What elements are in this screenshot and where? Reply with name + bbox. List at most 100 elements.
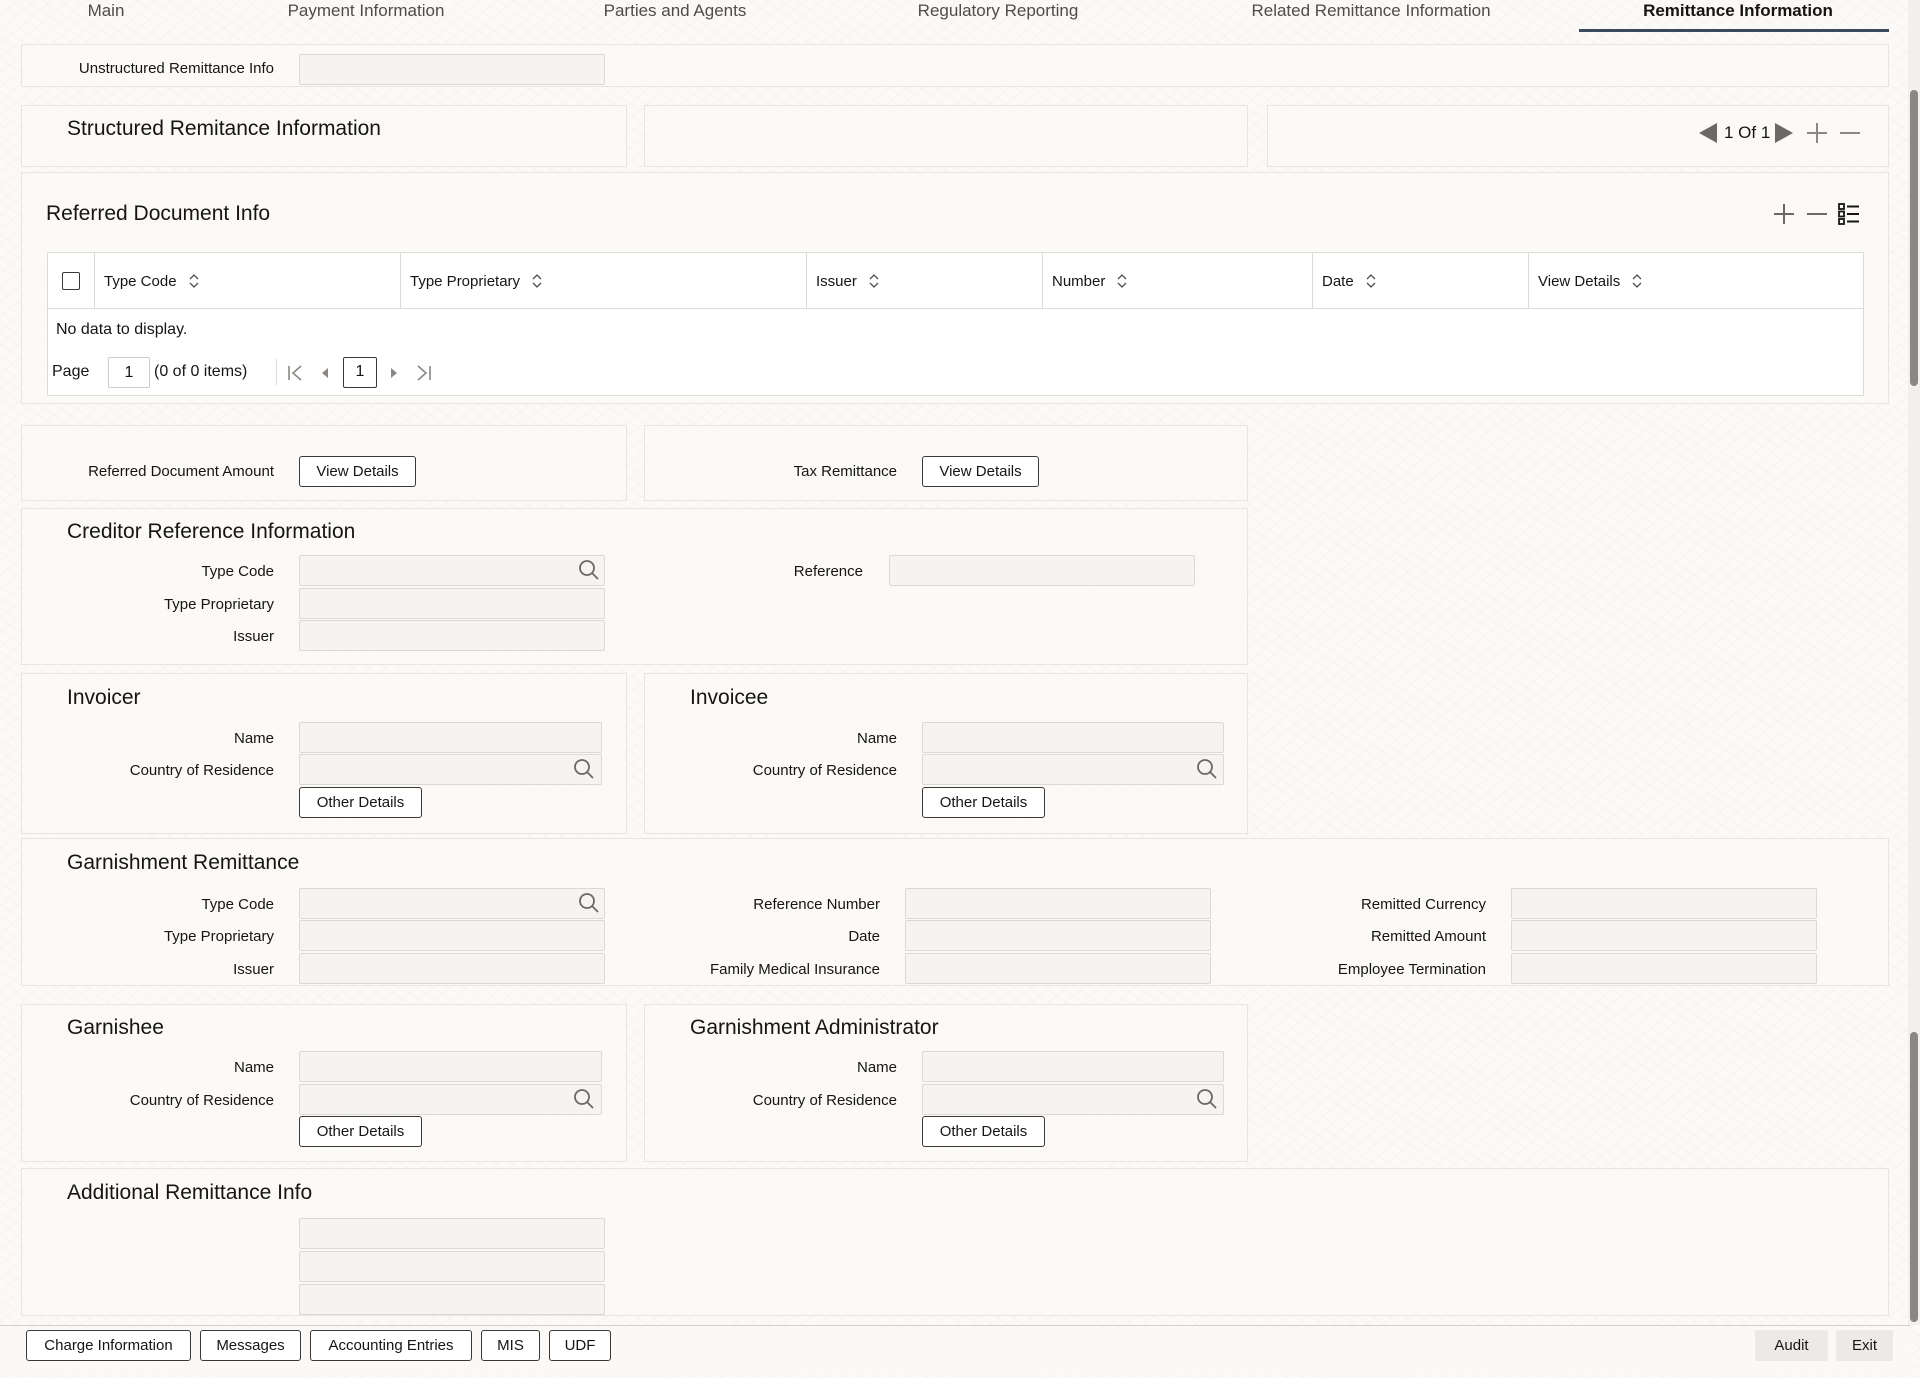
first-page-icon[interactable] xyxy=(286,364,304,382)
select-all-checkbox[interactable] xyxy=(62,272,80,290)
next-page-icon[interactable] xyxy=(387,364,401,382)
accounting-entries-button[interactable]: Accounting Entries xyxy=(310,1330,472,1361)
additional-remittance-title: Additional Remittance Info xyxy=(67,1181,313,1204)
tax-remittance-view-details-button[interactable]: View Details xyxy=(922,456,1039,487)
garnishee-country-input[interactable] xyxy=(299,1084,602,1115)
remove-icon[interactable] xyxy=(1838,121,1862,145)
invoicee-name-label: Name xyxy=(856,730,897,747)
invoicee-other-details-button[interactable]: Other Details xyxy=(922,787,1045,818)
previous-page-icon[interactable] xyxy=(318,364,332,382)
udf-button[interactable]: UDF xyxy=(549,1330,611,1361)
previous-arrow-icon[interactable] xyxy=(1697,121,1719,145)
sort-icon[interactable] xyxy=(1366,274,1376,288)
sort-icon[interactable] xyxy=(532,274,542,288)
garnishment-date-input[interactable] xyxy=(905,920,1211,951)
column-type-code[interactable]: Type Code xyxy=(95,253,401,309)
unstructured-input[interactable] xyxy=(299,54,605,85)
page-label: Page xyxy=(52,363,90,380)
current-page-button[interactable]: 1 xyxy=(343,357,377,388)
add-icon[interactable] xyxy=(1805,121,1829,145)
garnishee-title: Garnishee xyxy=(67,1016,164,1039)
creditor-type-proprietary-label: Type Proprietary xyxy=(163,596,274,613)
garnishment-issuer-label: Issuer xyxy=(233,961,274,978)
page-number-input[interactable]: 1 xyxy=(108,357,150,388)
employee-termination-input[interactable] xyxy=(1511,953,1817,984)
messages-button[interactable]: Messages xyxy=(200,1330,301,1361)
column-issuer[interactable]: Issuer xyxy=(807,253,1043,309)
column-date[interactable]: Date xyxy=(1313,253,1529,309)
tab-parties-and-agents[interactable]: Parties and Agents xyxy=(520,0,830,33)
invoicer-title: Invoicer xyxy=(67,686,141,709)
sort-icon[interactable] xyxy=(189,274,199,288)
referred-document-title: Referred Document Info xyxy=(46,202,271,225)
garnishee-name-input[interactable] xyxy=(299,1051,602,1082)
last-page-icon[interactable] xyxy=(415,364,433,382)
garnishment-date-label: Date xyxy=(848,928,880,945)
empty-table-message: No data to display. xyxy=(56,321,188,338)
administrator-name-label: Name xyxy=(856,1059,897,1076)
search-icon[interactable] xyxy=(573,1088,595,1110)
search-icon[interactable] xyxy=(578,892,600,914)
administrator-country-input[interactable] xyxy=(922,1084,1224,1115)
mis-button[interactable]: MIS xyxy=(481,1330,540,1361)
invoicer-name-input[interactable] xyxy=(299,722,602,753)
column-type-proprietary[interactable]: Type Proprietary xyxy=(401,253,807,309)
structured-panel-middle xyxy=(644,105,1248,167)
tab-main[interactable]: Main xyxy=(0,0,212,33)
creditor-type-proprietary-input[interactable] xyxy=(299,588,605,619)
search-icon[interactable] xyxy=(1196,758,1218,780)
search-icon[interactable] xyxy=(1196,1088,1218,1110)
scrollbar-thumb-upper[interactable] xyxy=(1910,90,1918,386)
administrator-name-input[interactable] xyxy=(922,1051,1224,1082)
remitted-currency-input[interactable] xyxy=(1511,888,1817,919)
creditor-issuer-input[interactable] xyxy=(299,620,605,651)
audit-button[interactable]: Audit xyxy=(1755,1330,1828,1361)
structured-panel-right xyxy=(1267,105,1889,167)
remitted-amount-input[interactable] xyxy=(1511,920,1817,951)
creditor-issuer-label: Issuer xyxy=(233,628,274,645)
sort-icon[interactable] xyxy=(869,274,879,288)
administrator-other-details-button[interactable]: Other Details xyxy=(922,1116,1045,1147)
garnishee-other-details-button[interactable]: Other Details xyxy=(299,1116,422,1147)
garnishment-issuer-input[interactable] xyxy=(299,953,605,984)
invoicee-title: Invoicee xyxy=(690,686,769,709)
sort-icon[interactable] xyxy=(1632,274,1642,288)
scrollbar-thumb-lower[interactable] xyxy=(1910,1032,1918,1322)
remove-row-icon[interactable] xyxy=(1805,202,1829,226)
referred-amount-label: Referred Document Amount xyxy=(88,463,274,480)
garnishment-type-proprietary-input[interactable] xyxy=(299,920,605,951)
invoicer-country-label: Country of Residence xyxy=(129,762,274,779)
exit-button[interactable]: Exit xyxy=(1836,1330,1893,1361)
tab-regulatory-reporting[interactable]: Regulatory Reporting xyxy=(830,0,1166,33)
list-view-icon[interactable] xyxy=(1837,202,1861,226)
charge-information-button[interactable]: Charge Information xyxy=(26,1330,191,1361)
invoicer-other-details-button[interactable]: Other Details xyxy=(299,787,422,818)
referred-amount-view-details-button[interactable]: View Details xyxy=(299,456,416,487)
column-number[interactable]: Number xyxy=(1043,253,1313,309)
creditor-reference-input[interactable] xyxy=(889,555,1195,586)
additional-remittance-line-3[interactable] xyxy=(299,1284,605,1315)
structured-title: Structured Remitance Information xyxy=(67,117,381,140)
next-arrow-icon[interactable] xyxy=(1773,121,1795,145)
garnishment-reference-number-input[interactable] xyxy=(905,888,1211,919)
creditor-type-code-input[interactable] xyxy=(299,555,605,586)
tab-payment-information[interactable]: Payment Information xyxy=(212,0,520,33)
invoicee-country-input[interactable] xyxy=(922,754,1224,785)
column-label: Type Code xyxy=(104,272,177,290)
additional-remittance-line-1[interactable] xyxy=(299,1218,605,1249)
search-icon[interactable] xyxy=(573,758,595,780)
invoicee-name-input[interactable] xyxy=(922,722,1224,753)
search-icon[interactable] xyxy=(578,559,600,581)
tab-related-remittance-information[interactable]: Related Remittance Information xyxy=(1166,0,1576,33)
garnishment-family-medical-input[interactable] xyxy=(905,953,1211,984)
add-row-icon[interactable] xyxy=(1772,202,1796,226)
column-view-details[interactable]: View Details xyxy=(1529,253,1863,309)
creditor-type-code-label: Type Code xyxy=(201,563,274,580)
garnishment-type-code-input[interactable] xyxy=(299,888,605,919)
garnishment-administrator-title: Garnishment Administrator xyxy=(690,1016,939,1039)
items-count: (0 of 0 items) xyxy=(154,363,248,380)
sort-icon[interactable] xyxy=(1117,274,1127,288)
additional-remittance-line-2[interactable] xyxy=(299,1251,605,1282)
invoicer-country-input[interactable] xyxy=(299,754,602,785)
remitted-amount-label: Remitted Amount xyxy=(1370,928,1486,945)
